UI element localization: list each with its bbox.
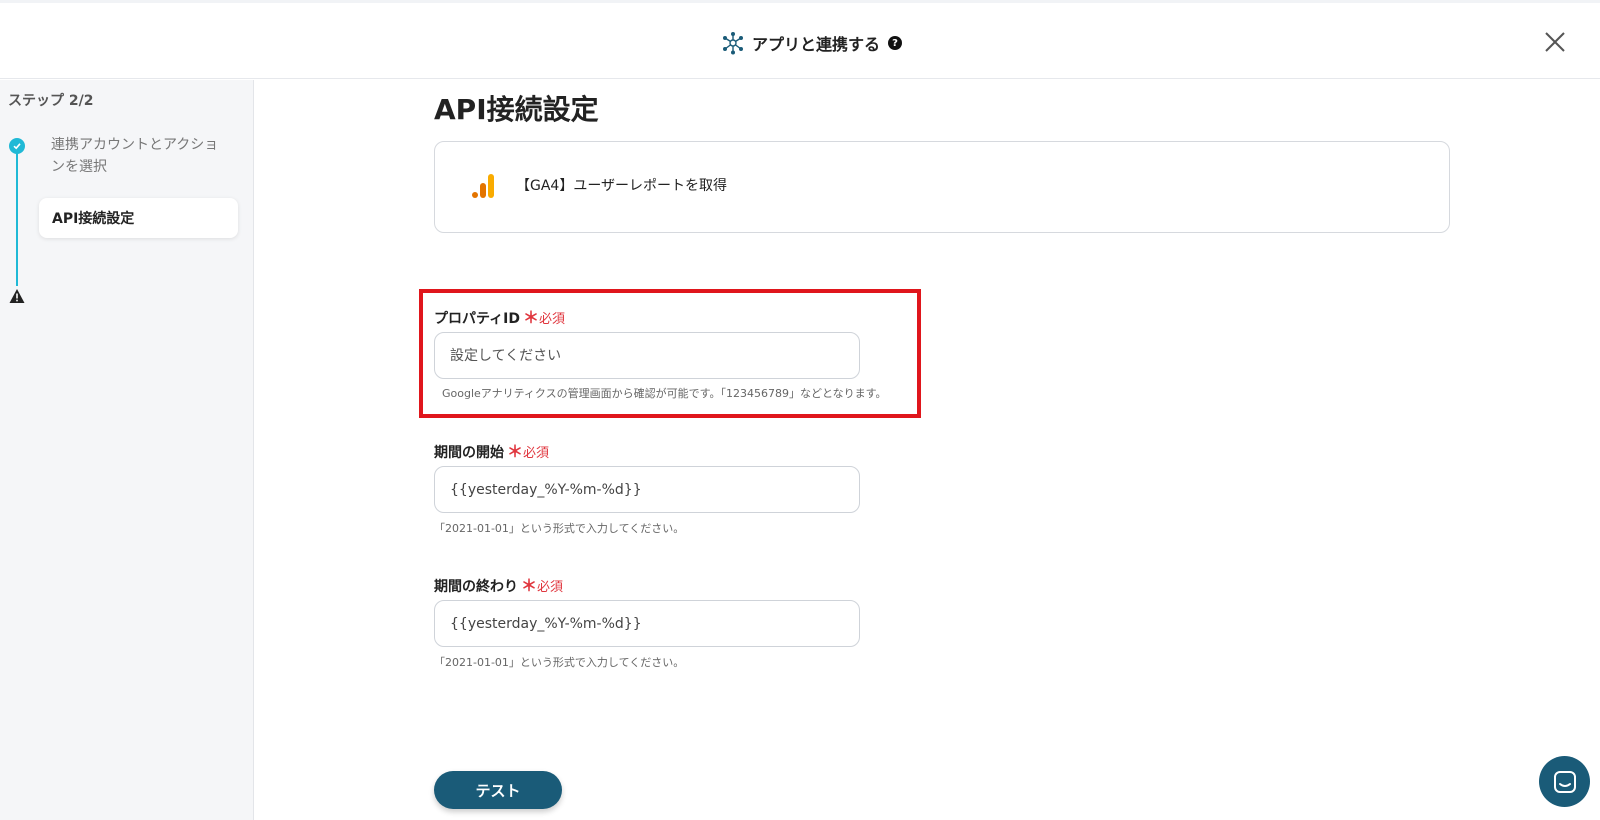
required-text: 必須 <box>537 580 564 595</box>
step-timeline <box>16 148 18 286</box>
start-date-help: 「2021-01-01」という形式で入力してください。 <box>434 522 685 535</box>
property-id-label: プロパティID ＊必須 <box>434 304 565 328</box>
test-button[interactable]: テスト <box>434 771 562 809</box>
field-label-text: 期間の開始 <box>434 445 504 461</box>
page-title: API接続設定 <box>434 93 599 126</box>
required-badge: ＊必須 <box>521 572 563 596</box>
check-icon <box>9 138 25 154</box>
warning-icon <box>9 289 25 303</box>
close-icon <box>1545 32 1565 52</box>
required-star: ＊ <box>507 442 524 461</box>
header-title-text: アプリと連携する <box>752 35 881 54</box>
action-label: 【GA4】ユーザーレポートを取得 <box>516 178 728 194</box>
start-date-input[interactable] <box>434 466 860 513</box>
action-card: 【GA4】ユーザーレポートを取得 <box>434 141 1450 233</box>
property-id-input[interactable] <box>434 332 860 379</box>
required-star: ＊ <box>521 576 538 595</box>
required-text: 必須 <box>523 446 550 461</box>
header-title: アプリと連携する ? <box>722 29 903 57</box>
google-analytics-icon <box>472 174 494 198</box>
required-badge: ＊必須 <box>507 438 549 462</box>
step-count: ステップ 2/2 <box>8 93 94 109</box>
end-date-label: 期間の終わり ＊必須 <box>434 572 563 596</box>
close-button[interactable] <box>1540 27 1570 57</box>
chat-button[interactable] <box>1539 756 1590 807</box>
help-icon[interactable]: ? <box>888 36 903 50</box>
end-date-input[interactable] <box>434 600 860 647</box>
start-date-label: 期間の開始 ＊必須 <box>434 438 549 462</box>
field-label-text: プロパティID <box>434 311 520 327</box>
property-id-help: Googleアナリティクスの管理画面から確認が可能です。「123456789」な… <box>442 387 887 400</box>
required-text: 必須 <box>539 312 566 327</box>
modal-header: アプリと連携する ? <box>0 3 1600 79</box>
required-badge: ＊必須 <box>523 304 565 328</box>
sidebar-step-api-settings[interactable]: API接続設定 <box>39 198 238 238</box>
network-icon <box>723 32 743 55</box>
sidebar-step-select-account[interactable]: 連携アカウントとアクションを選択 <box>51 134 231 178</box>
end-date-help: 「2021-01-01」という形式で入力してください。 <box>434 656 685 669</box>
required-star: ＊ <box>523 308 540 327</box>
sidebar: ステップ 2/2 連携アカウントとアクションを選択 API接続設定 <box>0 80 254 820</box>
chat-icon <box>1553 770 1576 793</box>
field-label-text: 期間の終わり <box>434 579 518 595</box>
